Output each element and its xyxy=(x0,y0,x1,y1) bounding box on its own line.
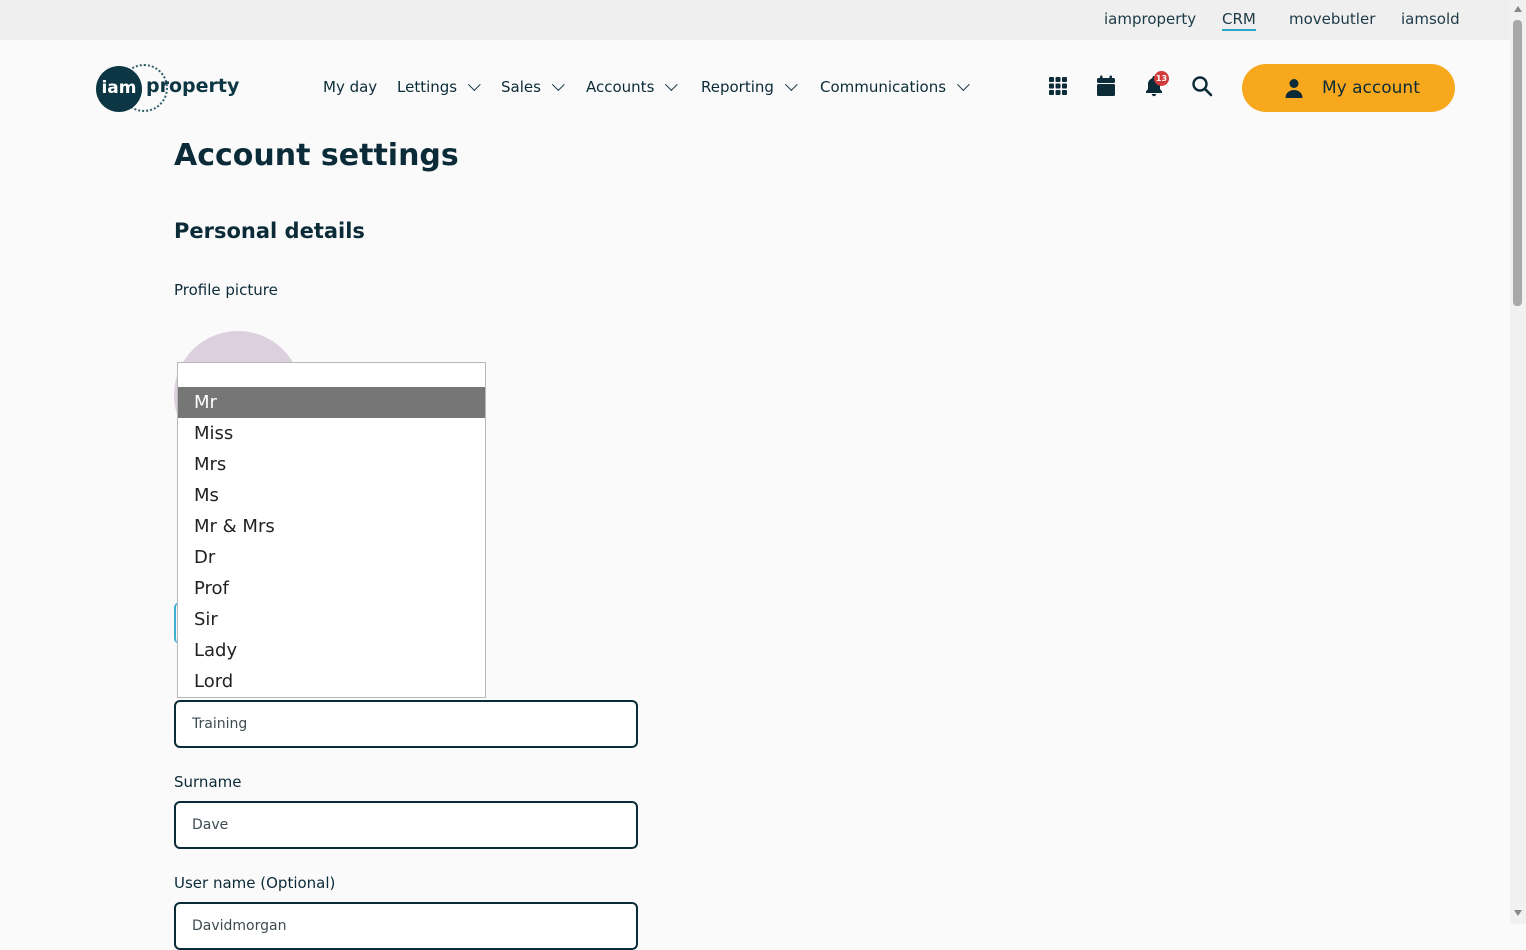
logo-word: property xyxy=(146,75,240,97)
search-icon[interactable] xyxy=(1190,74,1214,98)
my-account-button[interactable]: My account xyxy=(1242,64,1455,112)
nav-item-label: Reporting xyxy=(701,78,774,96)
chevron-down-icon xyxy=(665,78,679,92)
person-icon xyxy=(1285,79,1303,98)
chevron-down-icon xyxy=(957,78,970,92)
chevron-down-icon xyxy=(784,78,798,92)
nav-item-accounts[interactable]: Accounts xyxy=(586,78,679,96)
topbar-link-crm[interactable]: CRM xyxy=(1222,10,1256,31)
logo-circle: iam xyxy=(96,66,142,112)
nav-item-lettings[interactable]: Lettings xyxy=(397,78,481,96)
dropdown-option[interactable]: Mr & Mrs xyxy=(178,511,485,542)
topbar-link-movebutler[interactable]: movebutler xyxy=(1289,10,1375,28)
nav-item-communications[interactable]: Communications xyxy=(820,78,970,96)
username-label: User name (Optional) xyxy=(174,874,336,892)
page-scrollbar[interactable] xyxy=(1510,0,1526,924)
topbar-link-iamproperty[interactable]: iamproperty xyxy=(1104,10,1196,28)
apps-grid-icon[interactable] xyxy=(1046,74,1070,98)
notification-count-badge: 13 xyxy=(1154,71,1169,86)
dropdown-option[interactable]: Lady xyxy=(178,635,485,666)
surname-input[interactable] xyxy=(174,801,638,849)
nav-item-label: My day xyxy=(323,78,378,96)
calendar-icon[interactable] xyxy=(1094,74,1118,98)
first-name-input[interactable] xyxy=(174,700,638,748)
dropdown-option-selected[interactable]: Mr xyxy=(178,387,485,418)
dropdown-option[interactable]: Mrs xyxy=(178,449,485,480)
dropdown-option[interactable]: Sir xyxy=(178,604,485,635)
dropdown-option[interactable]: Ms xyxy=(178,480,485,511)
dropdown-option[interactable]: Lord xyxy=(178,666,485,697)
scroll-down-arrow-icon[interactable] xyxy=(1514,910,1522,916)
scroll-up-arrow-icon[interactable] xyxy=(1514,6,1522,12)
surname-label: Surname xyxy=(174,773,242,791)
chevron-down-icon xyxy=(551,78,565,92)
my-account-label: My account xyxy=(1322,78,1420,98)
scrollbar-thumb[interactable] xyxy=(1513,20,1522,306)
nav-item-label: Sales xyxy=(501,78,541,96)
nav-item-my-day[interactable]: My day xyxy=(323,78,377,96)
username-input[interactable] xyxy=(174,902,638,950)
profile-picture-label: Profile picture xyxy=(174,281,278,299)
nav-item-sales[interactable]: Sales xyxy=(501,78,565,96)
section-heading-personal-details: Personal details xyxy=(174,219,365,243)
dropdown-option[interactable]: Prof xyxy=(178,573,485,604)
topbar-link-iamsold[interactable]: iamsold xyxy=(1401,10,1460,28)
nav-item-label: Accounts xyxy=(586,78,655,96)
page-title: Account settings xyxy=(174,138,459,173)
dropdown-option[interactable]: Dr xyxy=(178,542,485,573)
title-dropdown-list[interactable]: Mr Miss Mrs Ms Mr & Mrs Dr Prof Sir Lady… xyxy=(177,362,486,698)
nav-item-label: Communications xyxy=(820,78,947,96)
chevron-down-icon xyxy=(468,78,481,92)
nav-item-label: Lettings xyxy=(397,78,458,96)
dropdown-option[interactable]: Miss xyxy=(178,418,485,449)
top-utility-bar: iamproperty CRM movebutler iamsold xyxy=(0,0,1510,40)
nav-item-reporting[interactable]: Reporting xyxy=(701,78,798,96)
